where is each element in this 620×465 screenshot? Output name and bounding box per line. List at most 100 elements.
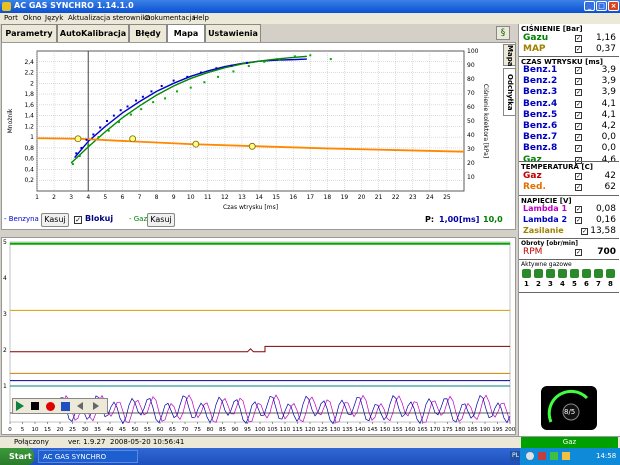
injection-label: Benz.2 — [523, 76, 558, 87]
zasilanie-checkbox[interactable]: ✓ — [581, 228, 588, 235]
x-tick-label: 35 — [94, 427, 101, 433]
x-tick-label: 0 — [8, 427, 12, 433]
data-point-blue — [119, 109, 122, 112]
data-point-green — [117, 121, 120, 124]
taskbar-item-acgas[interactable]: AC GAS SYNCHRO — [38, 450, 138, 463]
injection-checkbox[interactable]: ✓ — [575, 89, 582, 97]
x-tick-label: 25 — [443, 194, 451, 201]
gaz-label: - Gaz — [129, 215, 148, 223]
tray-security-icon[interactable] — [550, 452, 558, 460]
blokuj-checkbox[interactable]: ✓ — [74, 216, 82, 224]
close-icon[interactable]: × — [608, 1, 619, 11]
injection-checkbox[interactable]: ✓ — [575, 145, 582, 153]
x-tick-label: 105 — [267, 427, 278, 433]
x-tick-label: 200 — [505, 427, 515, 433]
data-point-green — [189, 86, 192, 89]
lambda2-value: 0,16 — [595, 215, 616, 225]
scroll-right-icon[interactable] — [93, 402, 99, 410]
data-point-blue — [160, 85, 163, 87]
title-bar: AC GAS SYNCHRO 1.14.1.0 _ □ × — [0, 0, 620, 13]
injector-number: 1 — [524, 280, 529, 288]
injector-number: 5 — [572, 280, 577, 288]
temp-gaz-checkbox[interactable]: ✓ — [575, 173, 582, 180]
temp-red-checkbox[interactable]: ✓ — [575, 184, 582, 191]
menu-help[interactable]: Help — [193, 13, 209, 24]
x-tick-label: 110 — [280, 427, 291, 433]
y2-axis-label: Ciśnienie kolektora [kPa] — [482, 84, 489, 158]
y-tick-label: 1 — [3, 383, 7, 390]
injector-icon — [582, 269, 591, 278]
x-tick-label: 80 — [207, 427, 214, 433]
scroll-left-icon[interactable] — [77, 402, 83, 410]
pressure-gaz-checkbox[interactable]: ✓ — [575, 35, 582, 42]
tab-ustawienia[interactable]: Ustawienia — [205, 24, 261, 42]
injection-checkbox[interactable]: ✓ — [575, 134, 582, 142]
injection-checkbox[interactable]: ✓ — [575, 123, 582, 130]
injection-label: Benz.5 — [523, 109, 558, 120]
menu-okno[interactable]: Okno — [23, 13, 41, 24]
start-button[interactable]: Start — [0, 448, 34, 465]
minimize-icon[interactable]: _ — [584, 1, 595, 11]
x-tick-label: 18 — [324, 194, 332, 201]
menu-aktualizacja[interactable]: Aktualizacja sterownika — [68, 13, 151, 24]
injection-checkbox[interactable]: ✓ — [575, 67, 582, 74]
rpm-checkbox[interactable]: ✓ — [575, 249, 582, 256]
kasuj-benzyna-button[interactable]: Kasuj — [41, 213, 69, 227]
map-controls: - Benzyna Kasuj ✓ Blokuj - Gaz Kasuj P: … — [1, 211, 516, 229]
injector-icon — [546, 269, 555, 278]
y-tick-label: 1,4 — [24, 113, 34, 120]
injection-value: 4,6 — [601, 154, 616, 165]
x-tick-label: 11 — [204, 194, 212, 201]
script-icon[interactable]: § — [496, 26, 510, 40]
y2-tick-label: 30 — [467, 146, 475, 153]
pressure-map-checkbox[interactable]: ✓ — [575, 46, 582, 53]
data-point-blue — [80, 146, 83, 149]
tab-bledy[interactable]: Błędy — [129, 24, 167, 42]
injection-checkbox[interactable]: ✓ — [575, 78, 582, 86]
x-tick-label: 15 — [44, 427, 51, 433]
lambda2-label: Lambda 2 — [523, 215, 568, 224]
side-tab-odchylka[interactable]: Odchyłka — [503, 68, 516, 116]
kasuj-gaz-button[interactable]: Kasuj — [147, 213, 175, 227]
lambda2-checkbox[interactable]: ✓ — [575, 217, 582, 224]
injector-icon — [594, 269, 603, 278]
rpm-label: RPM — [523, 247, 543, 257]
injection-value: 4,1 — [601, 109, 616, 120]
tray-speaker-icon[interactable] — [562, 452, 570, 460]
save-icon[interactable] — [61, 402, 70, 411]
tray-flag-icon[interactable] — [538, 452, 546, 460]
temp-gaz-label: Gaz — [523, 171, 542, 181]
orange-marker — [74, 135, 82, 143]
tab-mapa[interactable]: Mapa — [167, 24, 205, 42]
y-tick-label: 0,4 — [24, 166, 34, 173]
maximize-icon[interactable]: □ — [596, 1, 607, 11]
temp-red-value: 62 — [604, 182, 616, 192]
stop-icon[interactable] — [31, 402, 39, 410]
y-tick-label: 2,4 — [24, 59, 34, 66]
injector-number: 3 — [548, 280, 553, 288]
x-tick-label: 23 — [409, 194, 417, 201]
injector-number: 2 — [536, 280, 541, 288]
rpm-value: 700 — [597, 247, 616, 257]
menu-jezyk[interactable]: Język — [45, 13, 63, 24]
menu-dokumentacja[interactable]: Dokumentacja — [145, 13, 196, 24]
data-point-blue — [186, 75, 189, 78]
x-tick-label: 145 — [367, 427, 378, 433]
data-point-green — [140, 108, 143, 111]
tray-network-icon[interactable] — [526, 452, 534, 460]
record-icon[interactable] — [46, 402, 55, 411]
x-tick-label: 9 — [172, 194, 176, 201]
data-point-green — [71, 163, 74, 166]
play-icon[interactable] — [16, 401, 24, 411]
data-point-blue — [135, 99, 138, 102]
lambda1-label: Lambda 1 — [523, 204, 568, 213]
menu-port[interactable]: Port — [4, 13, 18, 24]
tab-parametry[interactable]: Parametry — [1, 24, 57, 42]
injection-checkbox[interactable]: ✓ — [575, 111, 582, 119]
lambda1-checkbox[interactable]: ✓ — [575, 206, 582, 213]
tab-autokalibracja[interactable]: AutoKalibracja — [57, 24, 129, 42]
p-label: P: — [425, 215, 435, 224]
side-tab-mapa[interactable]: Mapa — [503, 44, 516, 66]
data-point-green — [176, 90, 179, 93]
injection-checkbox[interactable]: ✓ — [575, 100, 582, 108]
